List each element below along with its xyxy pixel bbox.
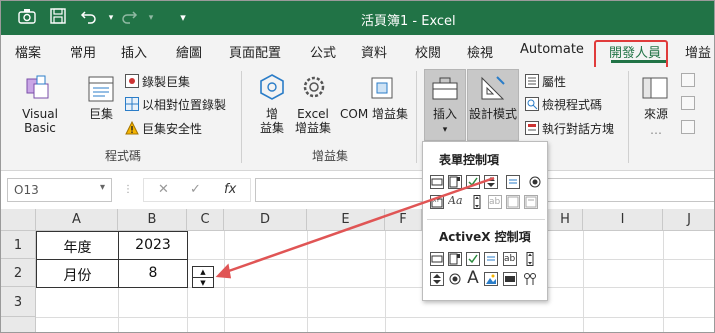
excel-window: ▾ ▾ ▾ 活頁簿1 - Excel 檔案 常用 插入 繪圖 頁面配置 公式 資… [0,0,715,333]
annotation-arrow [215,176,495,279]
